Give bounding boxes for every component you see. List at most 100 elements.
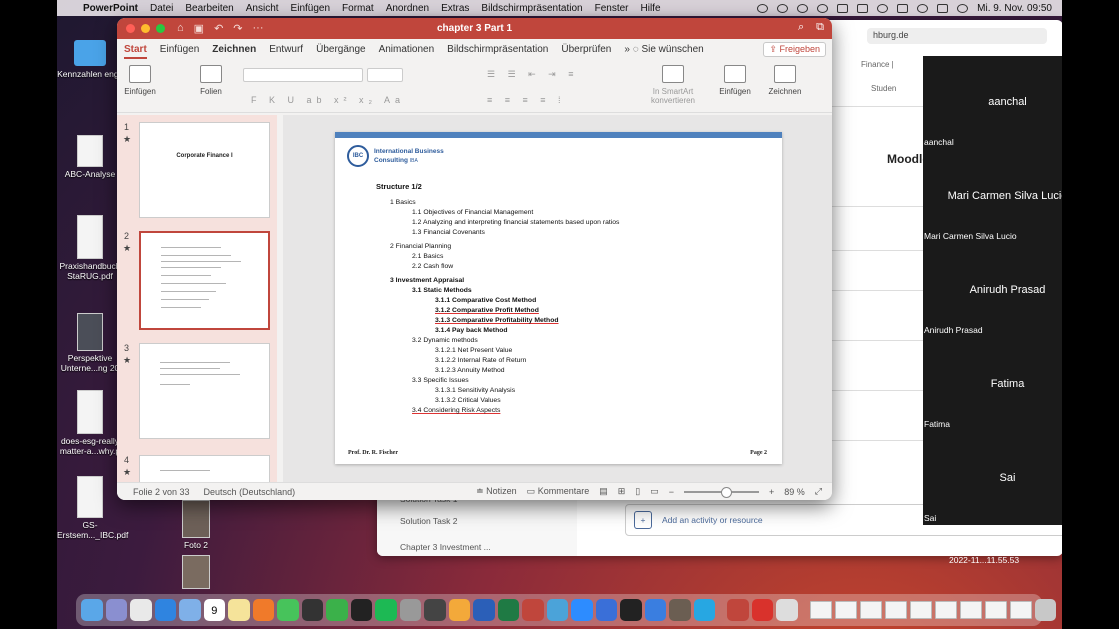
obs-icon[interactable] [301, 599, 323, 621]
menubar-app-name[interactable]: PowerPoint [83, 3, 138, 14]
teams-icon[interactable] [595, 599, 617, 621]
font-size-select[interactable] [367, 68, 403, 82]
desktop-icon-esg[interactable]: does-esg-really matter-a...why.p [57, 390, 123, 456]
github-icon[interactable] [424, 599, 446, 621]
desktop-icon-praxishandbuch[interactable]: Praxishandbuch StaRUG.pdf [57, 215, 123, 281]
desktop-icon-kennzahlen[interactable]: Kennzahlen engl. [57, 40, 123, 79]
current-slide[interactable]: IBC International Business Consulting IB… [335, 132, 782, 464]
document-icon[interactable] [859, 601, 882, 619]
safari-icon[interactable] [154, 599, 176, 621]
tab-fragment[interactable]: Finance | [861, 60, 894, 69]
smartart-button[interactable]: In SmartArt konvertieren [645, 65, 701, 105]
spotify-icon[interactable] [375, 599, 397, 621]
powerpoint-icon[interactable] [522, 599, 544, 621]
trash-icon[interactable] [1034, 599, 1056, 621]
tab-bildschirmpraesentation[interactable]: Bildschirmpräsentation [447, 44, 548, 59]
sidebar-item-solution-task-2[interactable]: Solution Task 2 [377, 508, 577, 530]
participant-tile[interactable]: Fatima Fatima [923, 338, 1062, 431]
share-button[interactable]: ⇪ Freigeben [763, 42, 826, 57]
list-buttons[interactable]: ☰ ☰ ⇤ ⇥ ≡ [487, 69, 578, 80]
control-center-icon[interactable] [937, 3, 949, 13]
menu-datei[interactable]: Datei [150, 3, 173, 14]
desktop-icon-photo[interactable] [163, 555, 229, 591]
sidebar-item-chapter-3[interactable]: Chapter 3 Investment ... [377, 530, 577, 556]
text-format-buttons[interactable]: F K U ab x² x₂ Aa [251, 95, 405, 105]
bluetooth-icon[interactable] [837, 3, 849, 13]
menu-einfuegen[interactable]: Einfügen [291, 3, 330, 14]
skype-icon[interactable] [693, 599, 715, 621]
document-icon[interactable] [884, 601, 907, 619]
url-bar[interactable]: hburg.de [867, 28, 1047, 44]
zoom-icon[interactable] [571, 599, 593, 621]
menu-bearbeiten[interactable]: Bearbeiten [185, 3, 233, 14]
document-icon[interactable] [959, 601, 982, 619]
document-icon[interactable] [909, 601, 932, 619]
tab-start[interactable]: Start [124, 44, 147, 59]
zoom-slider[interactable] [684, 486, 760, 498]
terminal-icon[interactable] [620, 599, 642, 621]
siri-icon[interactable] [957, 3, 969, 13]
calendar-icon[interactable]: 9 [203, 599, 225, 621]
firefox-icon[interactable] [252, 599, 274, 621]
desktop-icon-gs-erstsem[interactable]: GS-Erstsem..._IBC.pdf [57, 476, 128, 540]
font-family-select[interactable] [243, 68, 363, 82]
play-icon[interactable] [777, 3, 789, 13]
app-icon[interactable] [669, 599, 691, 621]
acrobat-icon[interactable] [751, 599, 773, 621]
fit-to-window-icon[interactable]: ⤢ [815, 486, 822, 497]
battery-icon[interactable] [897, 3, 909, 13]
comments-button[interactable]: ▭ Kommentare [527, 486, 590, 497]
mail-icon[interactable] [179, 599, 201, 621]
clock-icon[interactable] [877, 3, 889, 13]
document-icon[interactable] [809, 601, 832, 619]
document-icon[interactable] [834, 601, 857, 619]
tab-ueberpruefen[interactable]: Überprüfen [561, 44, 611, 59]
tab-animationen[interactable]: Animationen [379, 44, 435, 59]
paste-button[interactable]: Einfügen [123, 65, 157, 96]
document-icon[interactable] [934, 601, 957, 619]
tab-entwurf[interactable]: Entwurf [269, 44, 303, 59]
keyboard-icon[interactable] [857, 3, 869, 13]
menu-extras[interactable]: Extras [441, 3, 469, 14]
zoom-out-icon[interactable]: − [669, 487, 674, 497]
normal-view-icon[interactable]: ▤ [599, 486, 608, 497]
menu-ansicht[interactable]: Ansicht [246, 3, 279, 14]
messages-icon[interactable] [277, 599, 299, 621]
menu-hilfe[interactable]: Hilfe [641, 3, 661, 14]
word-icon[interactable] [473, 599, 495, 621]
launchpad-icon[interactable] [105, 599, 127, 621]
document-icon[interactable] [1009, 601, 1032, 619]
finder-icon[interactable] [81, 599, 103, 621]
slides-button[interactable]: Folien [195, 65, 227, 96]
menu-bildschirmpraesentation[interactable]: Bildschirmpräsentation [481, 3, 582, 14]
powerpoint-doc-icon[interactable] [727, 599, 749, 621]
reading-view-icon[interactable]: ▯ [635, 486, 640, 497]
participant-tile[interactable]: Sai Sai [923, 432, 1062, 525]
zoom-level[interactable]: 89 % [784, 487, 805, 497]
sonos-icon[interactable] [350, 599, 372, 621]
preview-icon[interactable] [776, 599, 798, 621]
document-icon[interactable] [984, 601, 1007, 619]
screenshot-file-label[interactable]: 2022-11...11.55.53 [949, 555, 1019, 565]
search-icon[interactable] [917, 3, 929, 13]
participant-tile[interactable]: aanchal aanchal [923, 56, 1062, 149]
menu-fenster[interactable]: Fenster [595, 3, 629, 14]
tab-einfuegen[interactable]: Einfügen [160, 44, 199, 59]
desktop-icon-foto2[interactable]: Foto 2 [163, 500, 229, 550]
participant-tile[interactable]: Mari Carmen Silva Lucio Mari Carmen Silv… [923, 150, 1062, 243]
excel-icon[interactable] [497, 599, 519, 621]
breadcrumb-fragment[interactable]: Studen [871, 84, 896, 93]
participant-tile[interactable]: Anirudh Prasad Anirudh Prasad [923, 244, 1062, 337]
desktop-icon-abc-analyse[interactable]: ABC-Analyse [57, 135, 123, 179]
tab-zeichnen[interactable]: Zeichnen [212, 44, 256, 59]
facetime-icon[interactable] [326, 599, 348, 621]
menu-anordnen[interactable]: Anordnen [386, 3, 429, 14]
menubar-clock[interactable]: Mi. 9. Nov. 09:50 [977, 3, 1052, 14]
align-buttons[interactable]: ≡ ≡ ≡ ≡ ⁞ [487, 95, 566, 105]
insert-shape-button[interactable]: Einfügen [717, 65, 753, 96]
language-indicator[interactable]: Deutsch (Deutschland) [204, 487, 296, 497]
menu-format[interactable]: Format [342, 3, 374, 14]
chrome-icon[interactable] [130, 599, 152, 621]
search-icon[interactable]: ⌕ [798, 21, 804, 34]
dropbox-icon[interactable] [644, 599, 666, 621]
